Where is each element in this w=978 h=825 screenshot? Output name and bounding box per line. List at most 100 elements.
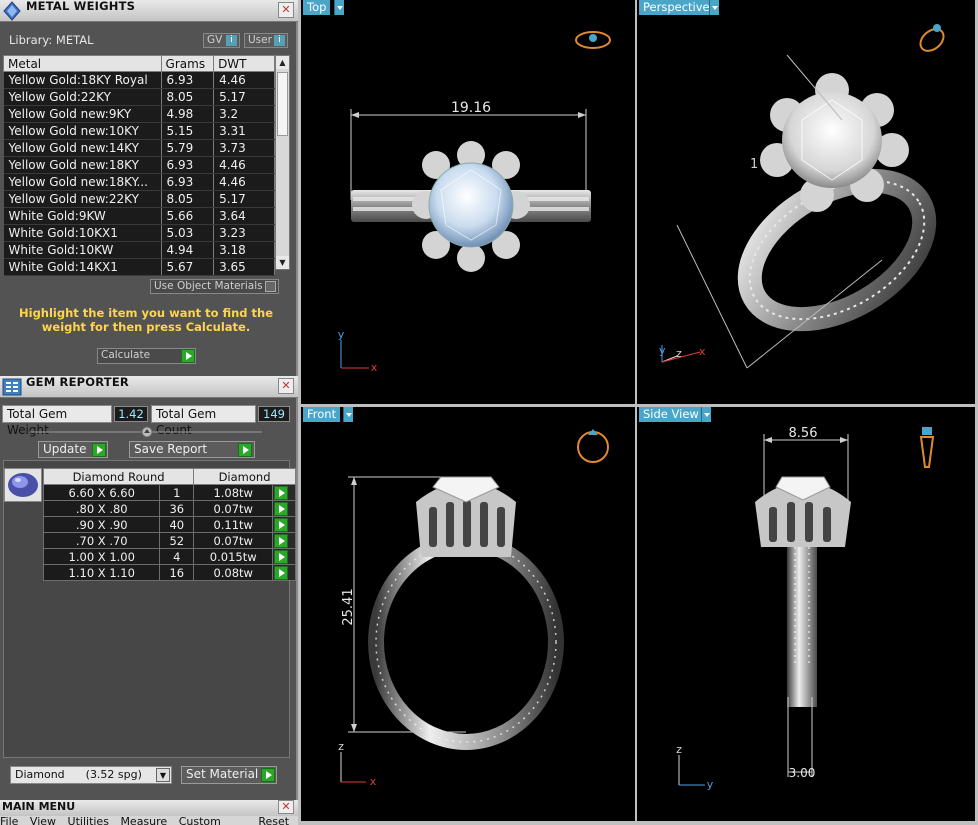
table-row[interactable]: White Gold:14KX1 5.67 3.65 [3,258,275,276]
menu-reset[interactable]: Reset [258,816,289,825]
table-row[interactable]: Yellow Gold:22KY 8.05 5.17 [3,88,275,106]
column-header-grams[interactable]: Grams [160,55,215,72]
gem-row-go-icon[interactable] [272,548,296,565]
gem-row-go-icon[interactable] [272,500,296,517]
scroll-down-icon[interactable]: ▼ [276,256,289,269]
column-header-dwt[interactable]: DWT [213,55,275,72]
table-row[interactable]: White Gold:10KW 4.94 3.18 [3,241,275,259]
gem-size-cell: 1.10 X 1.10 [42,564,161,581]
table-row[interactable]: Yellow Gold new:18KY 6.93 4.46 [3,156,275,174]
ring-navigator-icon [919,427,935,468]
gem-row[interactable]: .80 X .80 36 0.07tw [42,500,296,517]
chevron-down-icon[interactable] [334,0,344,15]
menu-custom[interactable]: Custom [179,816,221,825]
set-material-go-icon[interactable] [261,768,275,782]
grams-cell: 4.98 [161,105,215,123]
gem-row[interactable]: .70 X .70 52 0.07tw [42,532,296,549]
close-icon[interactable]: ✕ [278,800,294,814]
metal-hint: Highlight the item you want to find the … [19,306,273,334]
close-icon[interactable]: ✕ [278,2,294,18]
gem-row-go-icon[interactable] [272,564,296,581]
front-dimension-label: 25.41 [341,588,356,625]
viewport-side[interactable]: 8.56 3.00 z y Side View [637,407,975,821]
save-report-button[interactable]: Save Report [129,441,255,458]
save-report-go-icon[interactable] [238,443,252,457]
grams-cell: 5.67 [161,258,215,276]
column-header-diamond[interactable]: Diamond [193,468,296,485]
viewport-perspective[interactable]: 1 y z x Perspective [637,0,975,404]
ring-navigator-icon [575,31,611,49]
main-menu-titlebar[interactable]: MAIN MENU ✕ [0,800,298,816]
table-row[interactable]: White Gold:10KX1 5.03 3.23 [3,224,275,242]
chevron-down-icon[interactable] [343,407,353,422]
side-bottom-dimension-label: 3.00 [789,766,816,780]
viewport-front[interactable]: 25.41 z x Front [301,407,635,821]
gv-label: GV [207,34,223,46]
menu-utilities[interactable]: Utilities [68,816,109,825]
gem-row-go-icon[interactable] [272,532,296,549]
calculate-go-icon[interactable] [181,349,195,363]
use-object-materials-label: Use Object Materials [154,280,263,292]
gem-reporter-icon [2,378,22,396]
chevron-down-icon[interactable] [701,407,711,422]
menu-file[interactable]: File [0,816,18,825]
grams-cell: 6.93 [161,156,215,174]
ring-render-front: 25.41 z x [338,429,609,788]
viewport-tab-perspective[interactable]: Perspective [639,0,714,15]
viewport-tab-side[interactable]: Side View [639,407,703,422]
axis-x-label: x [699,345,706,358]
metal-cell: Yellow Gold new:14KY [3,139,162,157]
menu-view[interactable]: View [30,816,56,825]
axis-x-label: x [371,361,378,374]
metal-weights-titlebar[interactable]: METAL WEIGHTS ✕ [0,0,298,22]
gv-toggle[interactable]: GV i [203,33,240,48]
table-row[interactable]: Yellow Gold new:14KY 5.79 3.73 [3,139,275,157]
ring-render-side: 8.56 3.00 z y [676,426,935,791]
user-toggle[interactable]: User i [244,33,288,48]
grams-cell: 5.15 [161,122,215,140]
table-row[interactable]: Yellow Gold new:10KY 5.15 3.31 [3,122,275,140]
chevron-down-icon[interactable]: ▼ [156,768,170,782]
material-select[interactable]: Diamond (3.52 spg) ▼ [10,766,172,784]
metal-cell: White Gold:14KX1 [3,258,162,276]
column-header-diamond-round[interactable]: Diamond Round [42,468,195,485]
metal-cell: Yellow Gold new:22KY [3,190,162,208]
total-gem-count-value: 149 [258,406,290,422]
save-report-label: Save Report [134,442,208,456]
chevron-down-icon[interactable] [709,0,719,15]
scroll-up-icon[interactable]: ▲ [276,56,289,69]
table-row[interactable]: Yellow Gold new:22KY 8.05 5.17 [3,190,275,208]
use-object-materials-toggle[interactable]: Use Object Materials [150,279,279,294]
metal-cell: Yellow Gold new:9KY [3,105,162,123]
info-icon: i [274,35,285,46]
gem-row[interactable]: 1.10 X 1.10 16 0.08tw [42,564,296,581]
gem-reporter-titlebar[interactable]: GEM REPORTER ✕ [0,375,298,398]
dwt-cell: 4.46 [213,71,275,89]
viewport-top[interactable]: 19.16 y x Top [301,0,635,404]
update-go-icon[interactable] [92,443,106,457]
scrollbar-thumb[interactable] [277,72,288,136]
gem-row[interactable]: 6.60 X 6.60 1 1.08tw [42,484,296,501]
table-row[interactable]: Yellow Gold new:18KY... 6.93 4.46 [3,173,275,191]
splitter-handle[interactable] [30,425,262,439]
grams-cell: 8.05 [161,190,215,208]
gem-row-go-icon[interactable] [272,516,296,533]
dwt-cell: 3.64 [213,207,275,225]
gem-thumbnail[interactable] [4,468,42,502]
viewport-tab-top[interactable]: Top [303,0,331,15]
menu-measure[interactable]: Measure [120,816,167,825]
table-row[interactable]: Yellow Gold new:9KY 4.98 3.2 [3,105,275,123]
table-row[interactable]: White Gold:9KW 5.66 3.64 [3,207,275,225]
gem-row[interactable]: 1.00 X 1.00 4 0.015tw [42,548,296,565]
update-label: Update [43,442,87,456]
gem-row-go-icon[interactable] [272,484,296,501]
viewport-tab-front[interactable]: Front [303,407,341,422]
table-row[interactable]: Yellow Gold:18KY Royal 6.93 4.46 [3,71,275,89]
gem-row[interactable]: .90 X .90 40 0.11tw [42,516,296,533]
column-header-metal[interactable]: Metal [3,55,162,72]
metal-table-scrollbar[interactable]: ▲ ▼ [275,55,290,270]
dwt-cell: 3.2 [213,105,275,123]
close-icon[interactable]: ✕ [278,378,294,394]
viewport-front-label: Front [307,407,337,421]
gem-table: Diamond Round Diamond 6.60 X 6.60 1 1.08tw… [42,468,296,581]
